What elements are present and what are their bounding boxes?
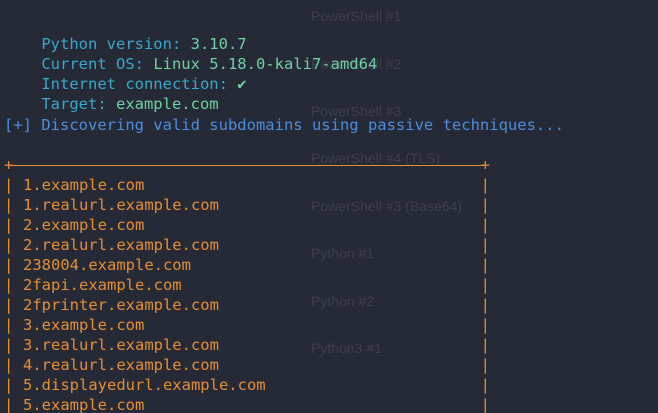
- ghost-item-powershell-1: PowerShell #1: [311, 8, 402, 24]
- subdomain-cell: 2fapi.example.com: [23, 276, 182, 294]
- status-message: [+] Discovering valid subdomains using p…: [4, 116, 564, 134]
- subdomain-cell: 5.example.com: [23, 396, 145, 413]
- subdomain-cell: 5.displayedurl.example.com: [23, 376, 266, 394]
- table-pipe-right: |: [480, 196, 490, 214]
- table-row: | 238004.example.com |: [4, 255, 490, 275]
- table-top-border: + +: [4, 155, 490, 175]
- table-pipe-right: |: [480, 236, 490, 254]
- table-row: | 5.example.com |: [4, 395, 490, 413]
- subdomain-cell: 1.example.com: [23, 176, 145, 194]
- table-row: | 1.example.com |: [4, 175, 490, 195]
- table-row: | 3.example.com |: [4, 315, 490, 335]
- table-pipe-left: |: [4, 376, 14, 394]
- table-pipe-left: |: [4, 336, 14, 354]
- table-pipe-left: |: [4, 256, 14, 274]
- table-pipe-left: |: [4, 196, 14, 214]
- target-value: example.com: [115, 95, 219, 113]
- subdomain-cell: 2fprinter.example.com: [23, 296, 219, 314]
- subdomain-cell: 4.realurl.example.com: [23, 356, 219, 374]
- table-pipe-right: |: [480, 376, 490, 394]
- table-top-rule: [10, 165, 484, 166]
- table-pipe-right: |: [480, 316, 490, 334]
- table-pipe-right: |: [480, 396, 490, 413]
- subdomain-cell: 1.realurl.example.com: [23, 196, 219, 214]
- table-row: | 2fprinter.example.com |: [4, 295, 490, 315]
- table-pipe-left: |: [4, 396, 14, 413]
- checkmark-icon: ✔: [237, 75, 247, 93]
- table-row: | 1.realurl.example.com |: [4, 195, 490, 215]
- target-label: Target:: [41, 95, 116, 113]
- subdomain-cell: 3.realurl.example.com: [23, 336, 219, 354]
- table-pipe-left: |: [4, 236, 14, 254]
- subdomain-cell: 238004.example.com: [23, 256, 191, 274]
- table-row: | 2.example.com |: [4, 215, 490, 235]
- table-pipe-left: |: [4, 176, 14, 194]
- subdomain-cell: 3.example.com: [23, 316, 145, 334]
- table-row: | 5.displayedurl.example.com |: [4, 375, 490, 395]
- table-pipe-left: |: [4, 356, 14, 374]
- table-pipe-right: |: [480, 296, 490, 314]
- table-row: | 3.realurl.example.com |: [4, 335, 490, 355]
- table-pipe-left: |: [4, 276, 14, 294]
- table-pipe-right: |: [480, 256, 490, 274]
- table-pipe-right: |: [480, 176, 490, 194]
- subdomain-cell: 2.realurl.example.com: [23, 236, 219, 254]
- table-row: | 2.realurl.example.com |: [4, 235, 490, 255]
- table-pipe-right: |: [480, 276, 490, 294]
- table-pipe-right: |: [480, 336, 490, 354]
- table-pipe-right: |: [480, 216, 490, 234]
- table-pipe-left: |: [4, 216, 14, 234]
- table-pipe-right: |: [480, 356, 490, 374]
- table-pipe-left: |: [4, 296, 14, 314]
- subdomain-cell: 2.example.com: [23, 216, 145, 234]
- table-corner-top-right: +: [480, 156, 490, 174]
- table-pipe-left: |: [4, 316, 14, 334]
- table-row: | 4.realurl.example.com |: [4, 355, 490, 375]
- terminal-window[interactable]: PowerShell #1 PowerShell #2 PowerShell #…: [0, 0, 658, 413]
- table-row: | 2fapi.example.com |: [4, 275, 490, 295]
